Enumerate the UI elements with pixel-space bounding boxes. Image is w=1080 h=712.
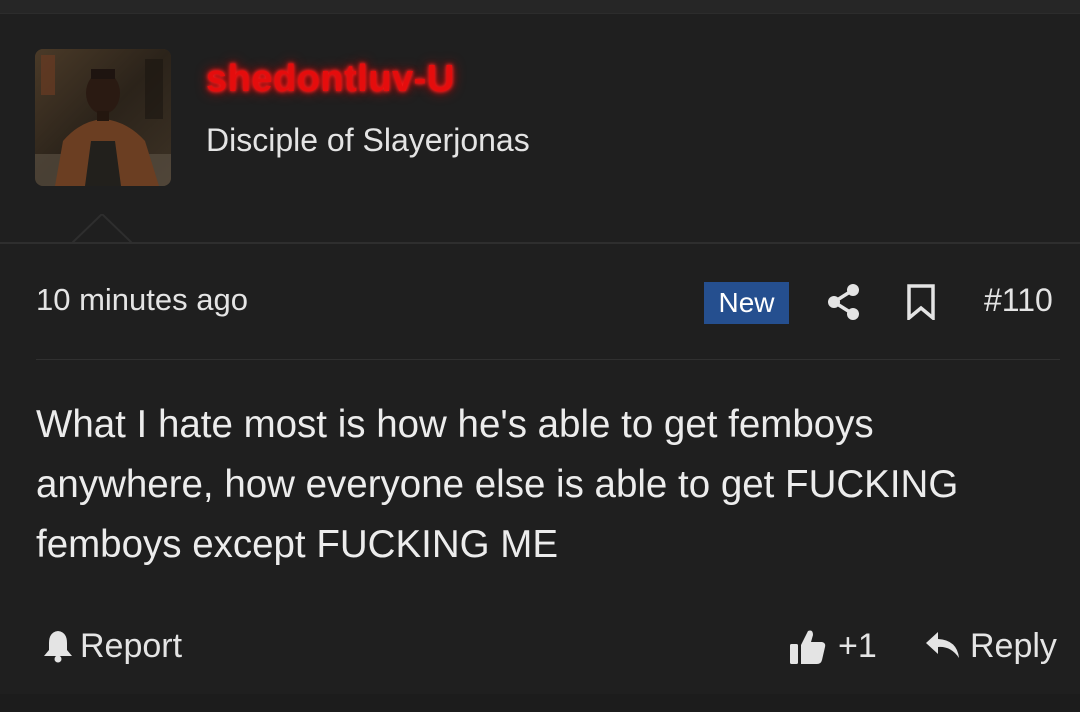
user-pointer-arrow <box>72 214 132 244</box>
avatar[interactable] <box>35 49 171 186</box>
new-badge: New <box>704 282 789 324</box>
reply-button[interactable]: Reply <box>924 624 1057 668</box>
post-timestamp[interactable]: 10 minutes ago <box>36 282 248 318</box>
post-message: What I hate most is how he's able to get… <box>36 403 959 566</box>
post-footer: Report +1 Reply <box>0 612 1080 692</box>
reply-arrow-icon <box>926 632 959 658</box>
like-count: +1 <box>838 626 877 665</box>
bottom-strip <box>0 694 1080 712</box>
like-button[interactable]: +1 <box>788 624 877 668</box>
bookmark-button[interactable] <box>905 284 937 322</box>
reply-label: Reply <box>970 626 1057 665</box>
report-button[interactable]: Report <box>42 624 182 668</box>
share-button[interactable] <box>826 283 862 321</box>
thumbs-up-icon <box>790 630 826 664</box>
user-title: Disciple of Slayerjonas <box>206 122 530 158</box>
meta-divider <box>36 359 1060 360</box>
share-icon <box>828 284 859 320</box>
bookmark-icon <box>907 284 935 322</box>
avatar-image <box>35 49 171 186</box>
report-label: Report <box>80 626 183 665</box>
post-number[interactable]: #110 <box>984 282 1053 319</box>
post-meta: 10 minutes ago New #110 <box>0 244 1080 360</box>
username[interactable]: shedontluv-U <box>206 58 455 101</box>
top-strip <box>0 0 1080 14</box>
bell-icon <box>44 631 72 663</box>
user-header: shedontluv-U Disciple of Slayerjonas <box>0 14 1080 242</box>
post-container: shedontluv-U Disciple of Slayerjonas 10 … <box>0 0 1080 712</box>
